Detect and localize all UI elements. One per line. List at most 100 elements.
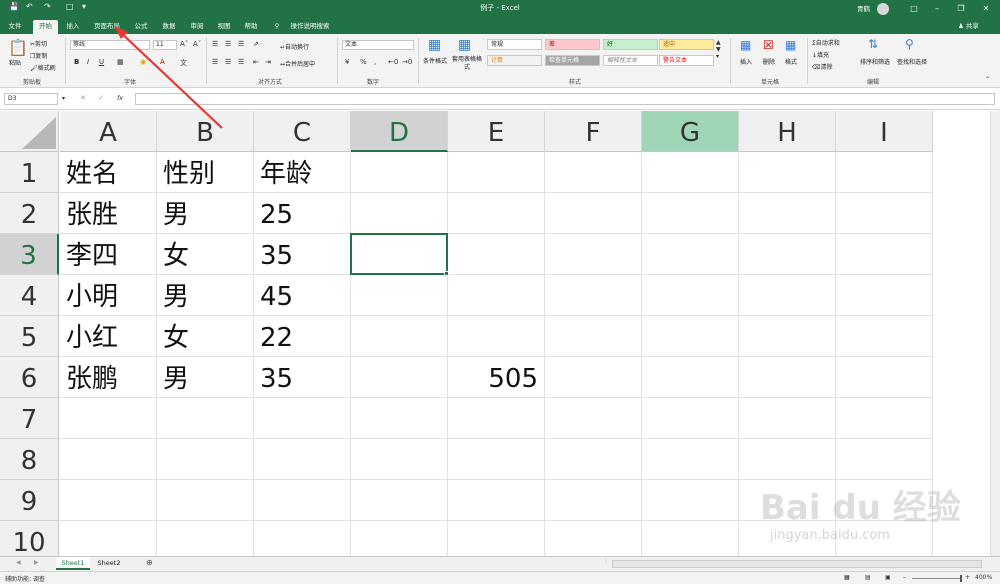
comma-style-icon[interactable]: , bbox=[374, 58, 376, 66]
cell-c3[interactable]: 35 bbox=[254, 234, 351, 275]
horizontal-scrollbar[interactable] bbox=[612, 560, 982, 568]
cell-f9[interactable] bbox=[545, 480, 642, 521]
close-icon[interactable]: ✕ bbox=[975, 1, 997, 16]
cell-f2[interactable] bbox=[545, 193, 642, 234]
cell-a6[interactable]: 张鹏 bbox=[60, 357, 157, 398]
cell-c8[interactable] bbox=[254, 439, 351, 480]
cell-style-7[interactable]: 警告文本 bbox=[659, 55, 714, 66]
number-format-select[interactable]: 文本 bbox=[342, 40, 414, 50]
zoom-level[interactable]: 400% bbox=[975, 574, 992, 581]
cell-style-6[interactable]: 解释性文本 bbox=[603, 55, 658, 66]
lightbulb-icon[interactable]: ⚲ bbox=[272, 20, 282, 34]
cell-b8[interactable] bbox=[157, 439, 254, 480]
fill-color-icon[interactable]: ◉ bbox=[140, 58, 146, 66]
formula-input[interactable] bbox=[135, 93, 995, 105]
autosum-button[interactable]: Σ自动求和 bbox=[812, 38, 840, 47]
column-header-h[interactable]: H bbox=[739, 111, 836, 152]
zoom-slider-thumb[interactable] bbox=[960, 575, 962, 582]
decrease-decimal-icon[interactable]: →0 bbox=[402, 58, 412, 66]
collapse-ribbon-icon[interactable]: ⌃ bbox=[985, 76, 990, 83]
cell-b10[interactable] bbox=[157, 521, 254, 556]
decrease-indent-icon[interactable]: ⇤ bbox=[253, 58, 259, 66]
cell-e5[interactable] bbox=[448, 316, 545, 357]
cell-f6[interactable] bbox=[545, 357, 642, 398]
cell-c4[interactable]: 45 bbox=[254, 275, 351, 316]
cell-h8[interactable] bbox=[739, 439, 836, 480]
add-sheet-icon[interactable]: ⊕ bbox=[146, 558, 153, 567]
column-header-i[interactable]: I bbox=[836, 111, 933, 152]
cell-i6[interactable] bbox=[836, 357, 933, 398]
percent-button[interactable]: % bbox=[360, 58, 367, 66]
cell-b5[interactable]: 女 bbox=[157, 316, 254, 357]
cell-d4[interactable] bbox=[351, 275, 448, 316]
cell-b2[interactable]: 男 bbox=[157, 193, 254, 234]
row-header-6[interactable]: 6 bbox=[0, 357, 59, 398]
vertical-scrollbar[interactable] bbox=[990, 111, 1000, 556]
cell-a3[interactable]: 李四 bbox=[60, 234, 157, 275]
cell-g2[interactable] bbox=[642, 193, 739, 234]
conditional-format-button[interactable]: 条件格式 bbox=[423, 56, 447, 65]
sheet-tab-1[interactable]: Sheet1 bbox=[56, 557, 90, 570]
zoom-out-icon[interactable]: – bbox=[903, 574, 906, 581]
font-size-select[interactable]: 11 bbox=[153, 40, 177, 50]
paste-button[interactable]: 粘贴 bbox=[9, 58, 21, 67]
cell-g4[interactable] bbox=[642, 275, 739, 316]
paste-icon[interactable]: 📋 bbox=[8, 38, 28, 57]
format-as-table-button[interactable]: 套用表格格式 bbox=[450, 56, 484, 72]
column-header-c[interactable]: C bbox=[254, 111, 351, 152]
namebox-dropdown-icon[interactable]: ▾ bbox=[62, 95, 65, 102]
increase-indent-icon[interactable]: ⇥ bbox=[265, 58, 271, 66]
cell-e10[interactable] bbox=[448, 521, 545, 556]
conditional-format-icon[interactable]: ▦ bbox=[428, 37, 441, 53]
insert-cells-icon[interactable]: ▦ bbox=[740, 38, 751, 52]
align-top-icon[interactable]: ☰ bbox=[212, 40, 218, 48]
cell-e3[interactable] bbox=[448, 234, 545, 275]
cell-d6[interactable] bbox=[351, 357, 448, 398]
tab-home[interactable]: 开始 bbox=[33, 20, 58, 34]
sheet-scroll-icon[interactable]: ⋮ bbox=[603, 558, 609, 565]
cell-b1[interactable]: 性别 bbox=[157, 152, 254, 193]
find-select-icon[interactable]: ⚲ bbox=[905, 37, 914, 51]
column-header-g[interactable]: G bbox=[642, 111, 739, 152]
tab-page-layout[interactable]: 页面布局 bbox=[90, 20, 124, 34]
cell-f4[interactable] bbox=[545, 275, 642, 316]
find-select-button[interactable]: 查找和选择 bbox=[897, 57, 927, 66]
cell-i8[interactable] bbox=[836, 439, 933, 480]
row-header-3[interactable]: 3 bbox=[0, 234, 59, 275]
cell-a10[interactable] bbox=[60, 521, 157, 556]
cell-d5[interactable] bbox=[351, 316, 448, 357]
ribbon-display-icon[interactable]: □ bbox=[903, 1, 925, 16]
cell-g3[interactable] bbox=[642, 234, 739, 275]
column-header-e[interactable]: E bbox=[448, 111, 545, 152]
delete-cells-icon[interactable]: ☒ bbox=[763, 38, 774, 52]
cancel-icon[interactable]: ✕ bbox=[80, 94, 86, 102]
currency-icon[interactable]: ¥ bbox=[345, 58, 349, 66]
page-break-view-icon[interactable]: ▣ bbox=[885, 574, 891, 581]
row-header-2[interactable]: 2 bbox=[0, 193, 59, 234]
cell-g8[interactable] bbox=[642, 439, 739, 480]
cell-h2[interactable] bbox=[739, 193, 836, 234]
shrink-font-icon[interactable]: Aˇ bbox=[193, 40, 201, 48]
align-left-icon[interactable]: ☰ bbox=[212, 58, 218, 66]
cell-a4[interactable]: 小明 bbox=[60, 275, 157, 316]
minimize-icon[interactable]: – bbox=[926, 1, 948, 16]
cell-d8[interactable] bbox=[351, 439, 448, 480]
italic-button[interactable]: I bbox=[87, 58, 89, 66]
tab-help[interactable]: 帮助 bbox=[240, 20, 262, 34]
maximize-icon[interactable]: ❐ bbox=[950, 1, 972, 16]
cell-i1[interactable] bbox=[836, 152, 933, 193]
font-color-icon[interactable]: A bbox=[160, 58, 165, 66]
cell-d1[interactable] bbox=[351, 152, 448, 193]
row-header-8[interactable]: 8 bbox=[0, 439, 59, 480]
tell-me-search[interactable]: 操作说明搜索 bbox=[285, 20, 335, 34]
increase-decimal-icon[interactable]: ←0 bbox=[388, 58, 398, 66]
cell-c2[interactable]: 25 bbox=[254, 193, 351, 234]
cell-d9[interactable] bbox=[351, 480, 448, 521]
cell-a2[interactable]: 张胜 bbox=[60, 193, 157, 234]
tab-view[interactable]: 视图 bbox=[213, 20, 235, 34]
format-cells-button[interactable]: 格式 bbox=[785, 57, 797, 66]
cell-h7[interactable] bbox=[739, 398, 836, 439]
row-header-9[interactable]: 9 bbox=[0, 480, 59, 521]
tab-file[interactable]: 文件 bbox=[5, 20, 25, 34]
column-header-b[interactable]: B bbox=[157, 111, 254, 152]
